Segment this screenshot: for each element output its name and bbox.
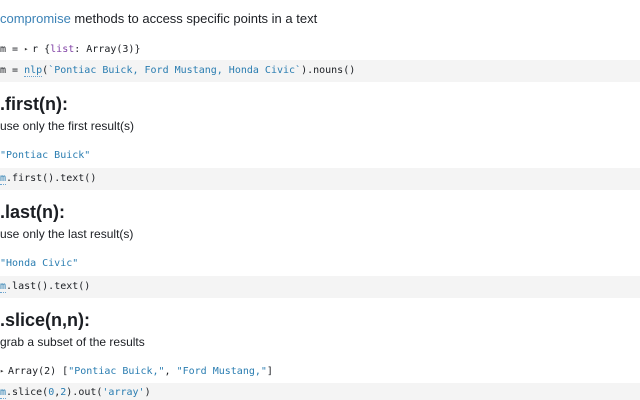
compromise-link[interactable]: compromise [0,11,71,26]
output-item: "Ford Mustang," [176,366,267,377]
output-array-prefix: Array(2) [ [8,366,69,377]
code-method: .slice( [6,387,49,398]
code-method: .first().text() [6,173,97,184]
heading-slice: .slice(n,n): [0,310,91,330]
output-array-suffix: ] [266,366,273,377]
code-string: `Pontiac Buick, Ford Mustang, Honda Civi… [48,65,302,76]
code-line: m.first().text() [0,172,96,186]
expand-caret-icon[interactable]: ▸ [0,364,8,378]
code-method: .last().text() [6,281,91,292]
code-cell-nouns[interactable]: m = nlp(`Pontiac Buick, Ford Mustang, Ho… [0,60,640,82]
heading-last: .last(n): [0,202,65,222]
cell-output-last: "Honda Civic" [0,258,79,269]
output-separator: , [164,366,177,377]
code-line: m.slice(0,2).out('array') [0,386,151,400]
cell-output-nouns[interactable]: m = ▸ r {list: Array(3)} [0,42,140,57]
code-line: m.last().text() [0,280,90,294]
code-cell-first[interactable]: m.first().text() [0,168,640,190]
desc-first: use only the first result(s) [0,119,135,133]
nlp-function-link[interactable]: nlp [24,65,43,77]
output-item: "Pontiac Buick," [68,366,165,377]
code-cell-last[interactable]: m.last().text() [0,276,640,298]
intro-text: compromise methods to access specific po… [0,10,317,28]
output-equals: = [6,44,25,55]
cell-output-slice[interactable]: ▸ Array(2) ["Pontiac Buick,", "Ford Musta… [0,364,273,379]
desc-slice: grab a subset of the results [0,335,145,349]
intro-description: methods to access specific points in a t… [70,11,318,26]
output-object: r { [32,44,51,55]
code-cell-slice[interactable]: m.slice(0,2).out('array') [0,383,640,400]
output-key: list [50,44,75,55]
code-paren: ) [144,387,151,398]
expand-caret-icon[interactable]: ▸ [24,42,32,56]
code-method: ).out( [66,387,103,398]
desc-last: use only the last result(s) [0,227,134,241]
cell-output-first: "Pontiac Buick" [0,150,91,161]
heading-first: .first(n): [0,94,68,114]
code-equals: = [6,65,25,76]
code-method: ).nouns() [301,65,356,76]
output-value: : Array(3)} [74,44,141,55]
code-string: 'array' [102,387,145,398]
code-line: m = nlp(`Pontiac Buick, Ford Mustang, Ho… [0,64,355,78]
